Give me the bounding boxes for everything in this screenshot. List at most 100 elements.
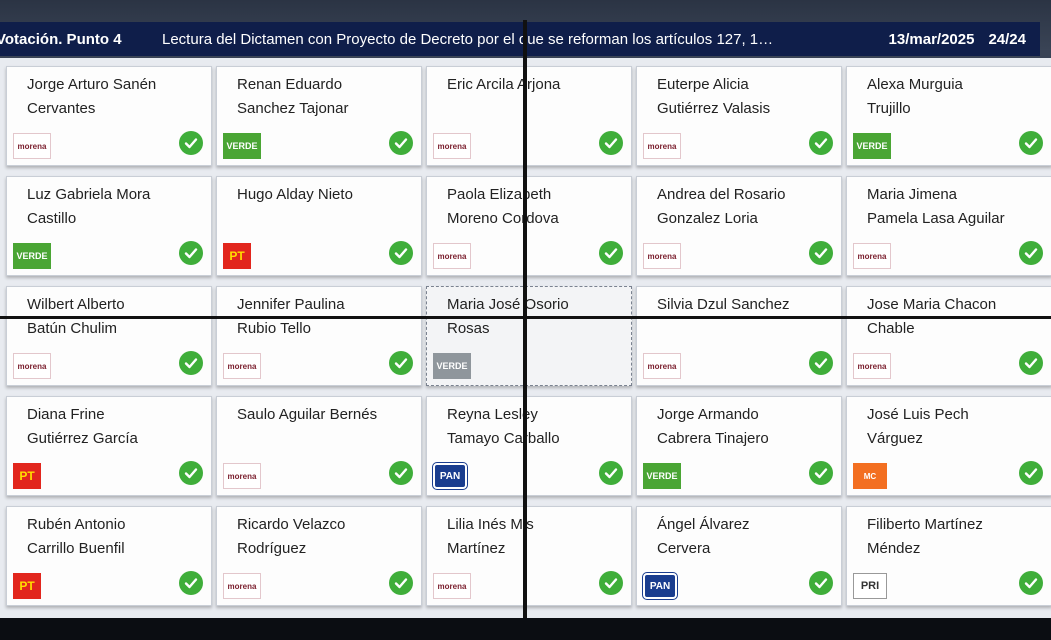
legislator-surname: Rubio Tello xyxy=(237,320,311,337)
legislator-name: Luz Gabriela Mora xyxy=(27,186,151,203)
party-logo-icon: VERDE xyxy=(13,243,51,269)
vote-check-icon xyxy=(179,571,203,595)
legislator-card: Filiberto Martínez Méndez PRI xyxy=(846,506,1051,606)
party-logo-icon: PAN xyxy=(432,462,468,490)
legislator-surname: Tamayo Carballo xyxy=(447,430,560,447)
legislator-name: Renan Eduardo xyxy=(237,76,343,93)
legislator-surname: Cervantes xyxy=(27,100,96,117)
vote-check-icon xyxy=(389,131,413,155)
legislator-surname: Gonzalez Loria xyxy=(657,210,758,227)
voting-screen: Votación. Punto 4 Lectura del Dictamen c… xyxy=(0,0,1051,640)
vote-title: Votación. Punto 4 xyxy=(0,30,122,48)
legislator-card: Maria José Osorio Rosas VERDE xyxy=(426,286,632,386)
legislator-name: Maria José Osorio xyxy=(447,296,569,313)
legislator-card: Maria Jimena Pamela Lasa Aguilar morena xyxy=(846,176,1051,276)
party-logo-icon: morena xyxy=(13,133,51,159)
legislator-name: Hugo Alday Nieto xyxy=(237,186,353,203)
legislator-surname: Gutiérrez García xyxy=(27,430,138,447)
party-logo-icon: morena xyxy=(433,243,471,269)
legislator-card: Luz Gabriela Mora Castillo VERDE xyxy=(6,176,212,276)
vote-check-icon xyxy=(1019,571,1043,595)
legislator-card: Jorge Arturo Sanén Cervantes morena xyxy=(6,66,212,166)
party-logo-icon: morena xyxy=(853,353,891,379)
legislator-card: Hugo Alday Nieto PT xyxy=(216,176,422,276)
party-logo-icon: morena xyxy=(13,353,51,379)
legislator-card: Wilbert Alberto Batún Chulim morena xyxy=(6,286,212,386)
legislator-card: Paola Elizabeth Moreno Cordova morena xyxy=(426,176,632,276)
legislator-surname: Pamela Lasa Aguilar xyxy=(867,210,1005,227)
legislator-name: Andrea del Rosario xyxy=(657,186,786,203)
legislator-name: Jennifer Paulina xyxy=(237,296,345,313)
legislator-card: Saulo Aguilar Bernés morena xyxy=(216,396,422,496)
legislator-surname: Carrillo Buenfil xyxy=(27,540,125,557)
legislator-name: Maria Jimena xyxy=(867,186,958,203)
legislator-card: Andrea del Rosario Gonzalez Loria morena xyxy=(636,176,842,276)
vote-check-icon xyxy=(1019,351,1043,375)
legislator-surname: Sanchez Tajonar xyxy=(237,100,349,117)
legislator-name: Jorge Armando xyxy=(657,406,759,423)
header-bar: Votación. Punto 4 Lectura del Dictamen c… xyxy=(0,22,1040,56)
party-logo-icon: PT xyxy=(13,463,41,489)
screen-seam-horizontal xyxy=(0,316,1051,319)
legislator-surname: Rosas xyxy=(447,320,490,337)
vote-check-icon xyxy=(809,571,833,595)
party-logo-icon: VERDE xyxy=(853,133,891,159)
vote-check-icon xyxy=(1019,461,1043,485)
party-logo-icon: morena xyxy=(643,133,681,159)
legislator-card: José Luis Pech Várguez MC xyxy=(846,396,1051,496)
legislator-name: Wilbert Alberto xyxy=(27,296,125,313)
legislator-surname: Várguez xyxy=(867,430,923,447)
party-logo-icon: morena xyxy=(643,353,681,379)
legislator-name: Ricardo Velazco xyxy=(237,516,346,533)
legislator-card: Renan Eduardo Sanchez Tajonar VERDE xyxy=(216,66,422,166)
legislator-card: Diana Frine Gutiérrez García PT xyxy=(6,396,212,496)
legislator-name: Silvia Dzul Sanchez xyxy=(657,296,790,313)
legislator-card: Alexa Murguia Trujillo VERDE xyxy=(846,66,1051,166)
legislator-name: Filiberto Martínez xyxy=(867,516,983,533)
vote-check-icon xyxy=(599,461,623,485)
legislator-card: Lilia Inés Mis Martínez morena xyxy=(426,506,632,606)
legislator-name: Rubén Antonio xyxy=(27,516,126,533)
legislator-name: Saulo Aguilar Bernés xyxy=(237,406,378,423)
vote-check-icon xyxy=(389,351,413,375)
vote-check-icon xyxy=(599,571,623,595)
legislator-surname: Rodríguez xyxy=(237,540,307,557)
legislator-surname: Gutiérrez Valasis xyxy=(657,100,771,117)
party-logo-icon: morena xyxy=(223,463,261,489)
legislator-card: Euterpe Alicia Gutiérrez Valasis morena xyxy=(636,66,842,166)
legislator-card: Jennifer Paulina Rubio Tello morena xyxy=(216,286,422,386)
party-logo-icon: morena xyxy=(433,133,471,159)
vote-check-icon xyxy=(809,241,833,265)
legislator-card: Rubén Antonio Carrillo Buenfil PT xyxy=(6,506,212,606)
party-logo-icon: morena xyxy=(223,573,261,599)
vote-check-icon xyxy=(1019,131,1043,155)
vote-check-icon xyxy=(179,461,203,485)
party-logo-icon: morena xyxy=(643,243,681,269)
vote-check-icon xyxy=(179,351,203,375)
vote-check-icon xyxy=(599,131,623,155)
party-logo-icon: morena xyxy=(853,243,891,269)
party-logo-icon: VERDE xyxy=(433,353,471,379)
legislator-name: Jorge Arturo Sanén xyxy=(27,76,157,93)
legislator-surname: Trujillo xyxy=(867,100,911,117)
legislator-name: Paola Elizabeth xyxy=(447,186,552,203)
legislator-surname: Martínez xyxy=(447,540,506,557)
legislator-name: Euterpe Alicia xyxy=(657,76,749,93)
party-logo-icon: PRI xyxy=(853,573,887,599)
legislator-card: Jorge Armando Cabrera Tinajero VERDE xyxy=(636,396,842,496)
screen-bezel xyxy=(0,618,1051,640)
legislator-surname: Castillo xyxy=(27,210,77,227)
legislator-card: Ricardo Velazco Rodríguez morena xyxy=(216,506,422,606)
legislator-surname: Cervera xyxy=(657,540,711,557)
vote-check-icon xyxy=(599,241,623,265)
party-logo-icon: MC xyxy=(853,463,887,489)
legislator-surname: Moreno Cordova xyxy=(447,210,559,227)
legislator-name: Alexa Murguia xyxy=(867,76,963,93)
party-logo-icon: morena xyxy=(433,573,471,599)
legislator-name: Diana Frine xyxy=(27,406,105,423)
vote-check-icon xyxy=(389,571,413,595)
vote-date: 13/mar/2025 xyxy=(888,30,975,48)
vote-count: 24/24 xyxy=(988,30,1026,48)
legislator-surname: Cabrera Tinajero xyxy=(657,430,769,447)
legislator-card: Jose Maria Chacon Chable morena xyxy=(846,286,1051,386)
